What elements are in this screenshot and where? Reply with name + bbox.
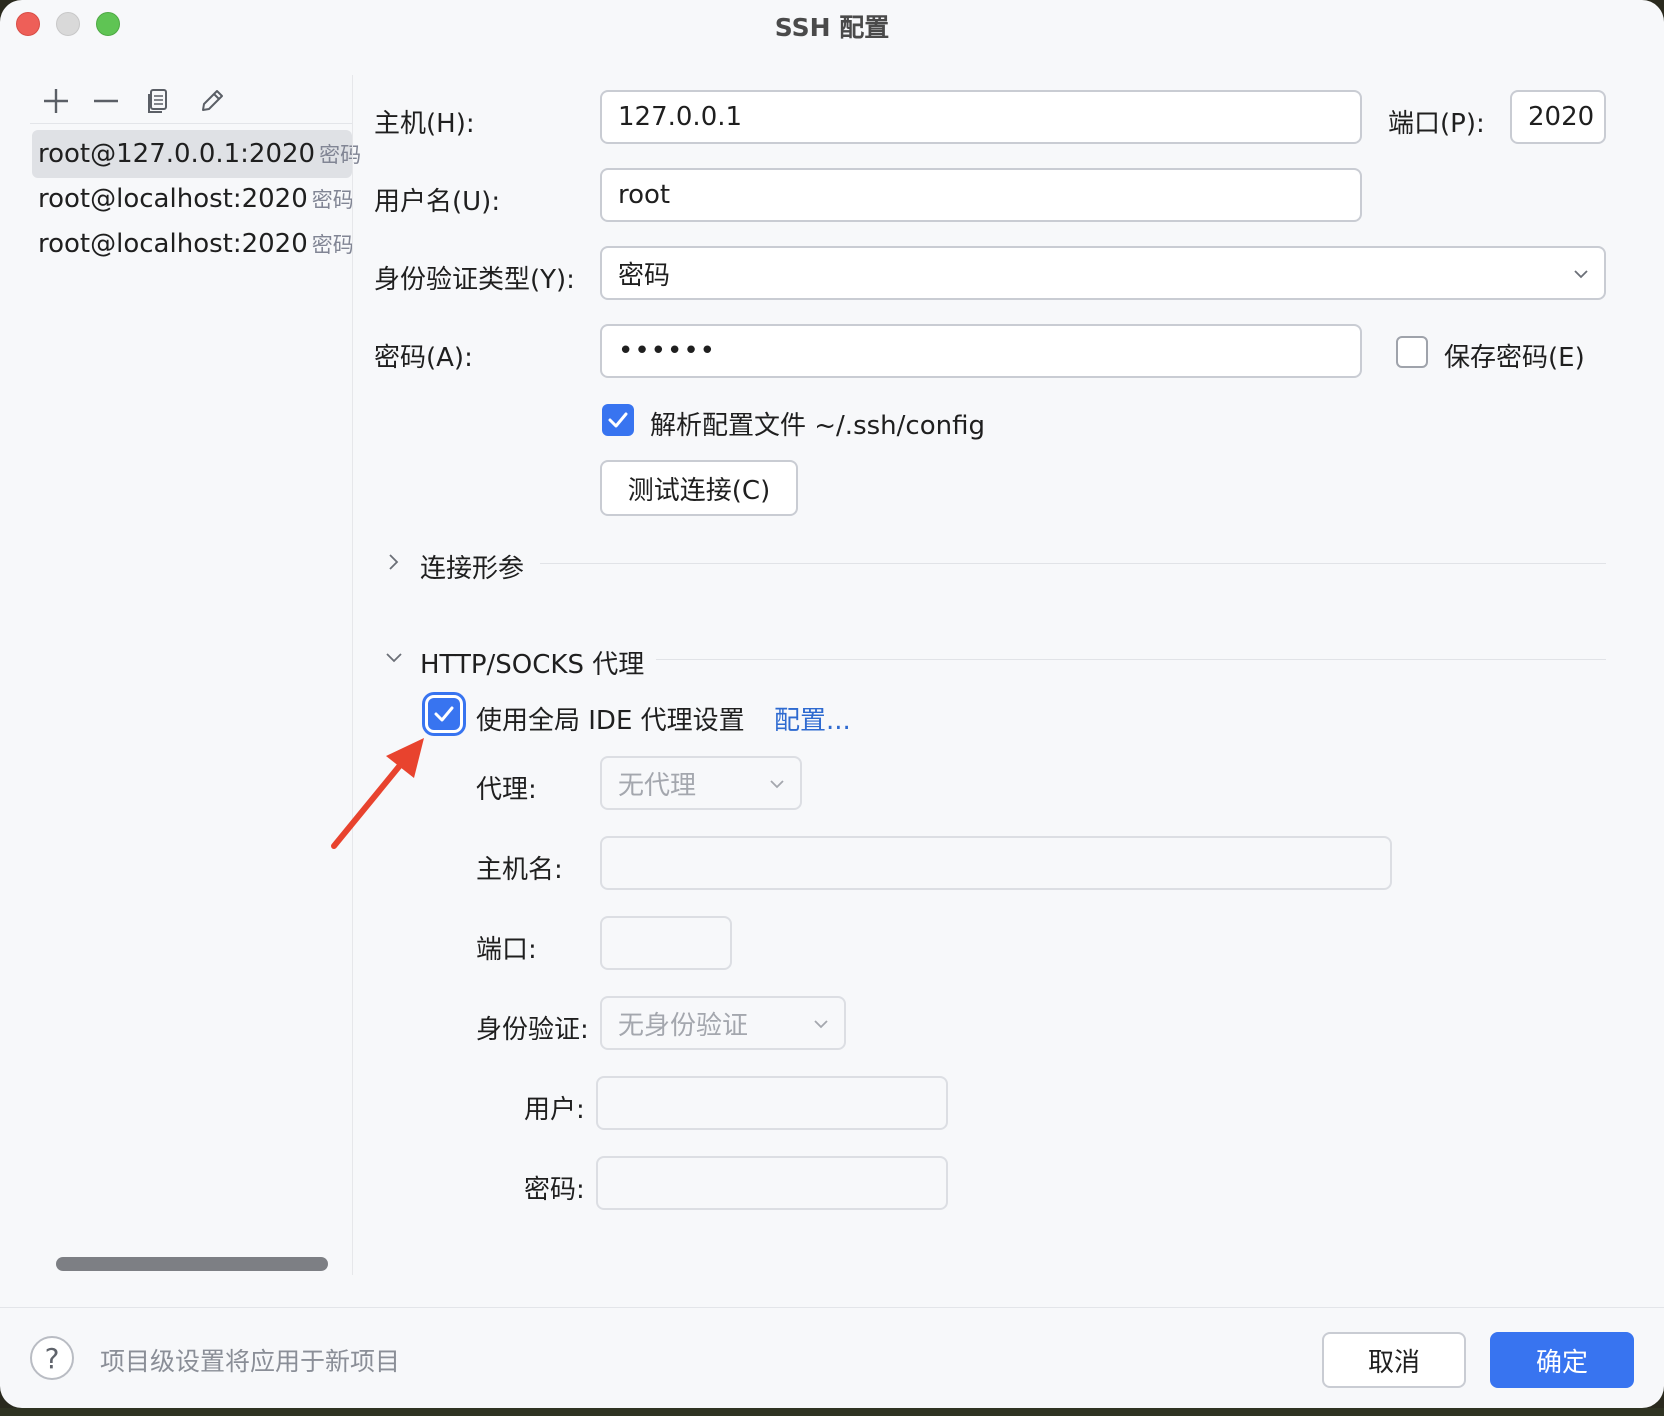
panel-divider — [352, 75, 353, 1275]
host-input[interactable]: 127.0.0.1 — [600, 90, 1362, 144]
auth-tag: 密码 — [311, 188, 354, 212]
help-icon: ? — [44, 1341, 60, 1375]
password-label: 密码(A): — [374, 343, 473, 373]
parse-config-checkbox[interactable] — [602, 404, 634, 436]
port-value: 2020 — [1528, 102, 1595, 132]
password-value: •••••• — [618, 336, 717, 366]
proxy-hostname-label: 主机名: — [476, 855, 563, 885]
section-divider — [540, 563, 1606, 564]
proxy-hostname-input[interactable] — [600, 836, 1392, 890]
proxy-user-input[interactable] — [596, 1076, 948, 1130]
pencil-icon[interactable] — [196, 85, 228, 117]
connection-label: root@127.0.0.1:2020 — [38, 139, 316, 169]
proxy-type-value: 无代理 — [618, 770, 697, 801]
proxy-user-label: 用户: — [524, 1095, 585, 1125]
auth-type-value: 密码 — [618, 260, 671, 291]
horizontal-scrollbar[interactable] — [56, 1257, 328, 1271]
proxy-port-label: 端口: — [476, 935, 537, 965]
plus-icon[interactable] — [40, 85, 72, 117]
ok-label: 确定 — [1535, 1347, 1588, 1378]
window-title: SSH 配置 — [774, 13, 890, 42]
chevron-right-icon[interactable] — [386, 552, 402, 572]
connection-list-panel: root@127.0.0.1:2020 密码 root@localhost:202… — [0, 75, 361, 1275]
ok-button[interactable]: 确定 — [1490, 1332, 1634, 1388]
proxy-type-select[interactable]: 无代理 — [600, 756, 802, 810]
test-connection-label: 测试连接(C) — [627, 475, 771, 506]
host-value: 127.0.0.1 — [618, 102, 743, 132]
connection-item[interactable]: root@localhost:2020 密码 — [32, 175, 354, 223]
host-label: 主机(H): — [374, 109, 475, 139]
proxy-password-label: 密码: — [524, 1175, 585, 1205]
auth-tag: 密码 — [311, 233, 354, 257]
proxy-password-input[interactable] — [596, 1156, 948, 1210]
section-divider — [656, 659, 1606, 660]
proxy-auth-value: 无身份验证 — [618, 1010, 749, 1041]
username-value: root — [618, 180, 671, 210]
footer-hint: 项目级设置将应用于新项目 — [100, 1347, 401, 1376]
use-global-proxy-checkbox[interactable] — [428, 698, 460, 730]
proxy-type-label: 代理: — [476, 775, 537, 805]
connection-label: root@localhost:2020 — [38, 229, 308, 259]
proxy-auth-label: 身份验证: — [476, 1015, 589, 1045]
configure-proxy-link[interactable]: 配置... — [774, 700, 851, 737]
help-button[interactable]: ? — [30, 1336, 74, 1380]
port-input[interactable]: 2020 — [1510, 90, 1606, 144]
save-password-label: 保存密码(E) — [1444, 343, 1585, 373]
title-bar: SSH 配置 — [0, 0, 1664, 50]
auth-type-label: 身份验证类型(Y): — [374, 265, 575, 295]
minus-icon[interactable] — [90, 85, 122, 117]
username-input[interactable]: root — [600, 168, 1362, 222]
proxy-auth-select[interactable]: 无身份验证 — [600, 996, 846, 1050]
desktop-background — [0, 1408, 1664, 1416]
ssh-config-dialog: SSH 配置 root@127.0.0.1:2020 密码 root@localh… — [0, 0, 1664, 1408]
chevron-down-icon[interactable] — [384, 650, 404, 666]
test-connection-button[interactable]: 测试连接(C) — [600, 460, 798, 516]
connection-params-section-title[interactable]: 连接形参 — [420, 548, 524, 585]
checkmark-icon — [434, 706, 454, 722]
checkmark-icon — [608, 412, 628, 428]
auth-type-select[interactable]: 密码 — [600, 246, 1606, 300]
proxy-section-title[interactable]: HTTP/SOCKS 代理 — [420, 644, 644, 681]
annotation-arrow-icon — [331, 738, 424, 849]
connection-item[interactable]: root@127.0.0.1:2020 密码 — [32, 130, 361, 178]
proxy-port-input[interactable] — [600, 916, 732, 970]
parse-config-label: 解析配置文件 ~/.ssh/config — [650, 411, 985, 441]
toolbar-separator — [30, 123, 352, 124]
chevron-down-icon — [770, 780, 784, 789]
copy-icon[interactable] — [142, 85, 174, 117]
chevron-down-icon — [1574, 270, 1588, 279]
auth-tag: 密码 — [319, 143, 362, 167]
cancel-label: 取消 — [1367, 1347, 1420, 1378]
password-input[interactable]: •••••• — [600, 324, 1362, 378]
save-password-checkbox[interactable] — [1396, 336, 1428, 368]
username-label: 用户名(U): — [374, 187, 501, 217]
chevron-down-icon — [814, 1020, 828, 1029]
connection-item[interactable]: root@localhost:2020 密码 — [32, 220, 354, 268]
connection-label: root@localhost:2020 — [38, 184, 308, 214]
port-label: 端口(P): — [1388, 109, 1485, 139]
use-global-proxy-label: 使用全局 IDE 代理设置 — [476, 706, 745, 736]
footer-separator — [0, 1307, 1664, 1308]
cancel-button[interactable]: 取消 — [1322, 1332, 1466, 1388]
